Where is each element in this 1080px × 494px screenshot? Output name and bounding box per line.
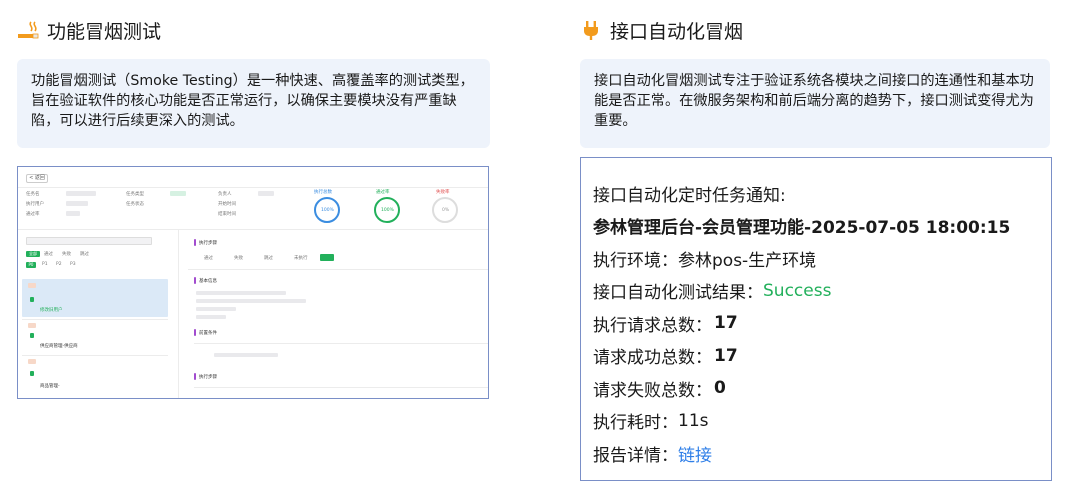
stat-label: 失败率 bbox=[436, 190, 450, 195]
task-notification-card: 接口自动化定时任务通知: 参林管理后台-会员管理功能-2025-07-05 18… bbox=[580, 157, 1052, 481]
divider bbox=[22, 319, 168, 320]
filter-tab[interactable]: 通过 bbox=[44, 251, 53, 257]
field-label: 负责人 bbox=[218, 192, 232, 197]
info-line bbox=[196, 291, 286, 295]
stat-label: 通过率 bbox=[376, 190, 390, 195]
panel-title: 执行步骤 bbox=[199, 241, 217, 246]
functional-smoke-title: 功能冒烟测试 bbox=[47, 20, 162, 43]
functional-smoke-heading: 功能冒烟测试 bbox=[17, 16, 161, 44]
section-marker bbox=[194, 239, 196, 246]
divider bbox=[188, 269, 488, 270]
result-label: 接口自动化测试结果： bbox=[593, 283, 763, 304]
api-smoke-heading: 接口自动化冒烟 bbox=[580, 16, 743, 44]
notice-fail-row: 请求失败总数： 0 bbox=[593, 372, 1039, 405]
save-button[interactable] bbox=[320, 254, 334, 261]
field-label: 任务类型 bbox=[126, 192, 144, 197]
section-marker bbox=[194, 277, 196, 284]
fail-value: 0 bbox=[714, 378, 726, 399]
field-label: 任务名 bbox=[26, 192, 40, 197]
case-icon bbox=[30, 371, 34, 376]
notice-result-row: 接口自动化测试结果： Success bbox=[593, 275, 1039, 308]
field-value bbox=[66, 191, 96, 196]
field-label: 任务状态 bbox=[126, 202, 144, 207]
case-icon bbox=[30, 333, 34, 338]
test-case-screenshot: < 返回 任务名 执行用户 通过率 任务类型 任务状态 负责人 开始时间 结束时… bbox=[17, 166, 489, 399]
notice-total-row: 执行请求总数： 17 bbox=[593, 307, 1039, 340]
case-name: 修改旧用户 bbox=[40, 308, 63, 313]
divider bbox=[194, 343, 488, 344]
divider bbox=[18, 229, 488, 230]
total-label: 执行请求总数： bbox=[593, 315, 712, 336]
total-value: 17 bbox=[714, 313, 738, 334]
field-label: 结束时间 bbox=[218, 212, 236, 217]
info-line bbox=[196, 307, 236, 311]
time-value: 11s bbox=[678, 410, 709, 431]
priority-tab[interactable]: P2 bbox=[56, 262, 62, 267]
report-link[interactable]: 链接 bbox=[678, 441, 712, 466]
filter-tab[interactable]: 全部 bbox=[26, 251, 40, 257]
priority-tab[interactable]: P1 bbox=[42, 262, 48, 267]
field-label: 开始时间 bbox=[218, 202, 236, 207]
filter-tab[interactable]: 跳过 bbox=[80, 251, 89, 257]
priority-badge bbox=[28, 323, 36, 328]
success-label: 请求成功总数： bbox=[593, 348, 712, 369]
case-name: 商品管理- bbox=[40, 384, 60, 389]
status-badge bbox=[170, 191, 186, 196]
stat-label: 执行总数 bbox=[314, 190, 332, 195]
fail-label: 请求失败总数： bbox=[593, 380, 712, 401]
back-button[interactable]: < 返回 bbox=[26, 174, 48, 183]
info-line bbox=[196, 299, 306, 303]
pane-divider bbox=[178, 229, 179, 398]
status-option[interactable]: 未执行 bbox=[294, 255, 308, 261]
search-input[interactable] bbox=[26, 237, 152, 245]
api-smoke-title: 接口自动化冒烟 bbox=[610, 20, 744, 43]
plug-icon bbox=[580, 19, 602, 41]
status-option[interactable]: 失败 bbox=[234, 255, 243, 261]
case-icon bbox=[30, 297, 34, 302]
field-value bbox=[258, 191, 274, 196]
status-option[interactable]: 跳过 bbox=[264, 255, 273, 261]
cigarette-icon bbox=[17, 19, 39, 41]
env-value: 参林pos-生产环境 bbox=[678, 250, 817, 271]
divider bbox=[18, 187, 488, 188]
time-label: 执行耗时： bbox=[593, 413, 678, 434]
notice-header: 接口自动化定时任务通知: bbox=[593, 185, 786, 206]
api-smoke-description: 接口自动化冒烟测试专注于验证系统各模块之间接口的连通性和基本功能是否正常。在微服… bbox=[580, 59, 1050, 148]
report-label: 报告详情： bbox=[593, 445, 678, 466]
panel-title: 执行步骤 bbox=[199, 375, 217, 380]
field-label: 通过率 bbox=[26, 212, 40, 217]
field-value bbox=[66, 211, 80, 216]
stat-value: 100% bbox=[381, 208, 394, 213]
priority-tab[interactable]: P3 bbox=[70, 262, 76, 267]
functional-smoke-description: 功能冒烟测试（Smoke Testing）是一种快速、高覆盖率的测试类型，旨在验… bbox=[17, 59, 490, 148]
priority-tab[interactable]: P0 bbox=[26, 262, 36, 268]
notice-success-row: 请求成功总数： 17 bbox=[593, 340, 1039, 373]
stat-value: 100% bbox=[321, 208, 334, 213]
success-value: 17 bbox=[714, 345, 738, 366]
notice-env-row: 执行环境： 参林pos-生产环境 bbox=[593, 242, 1039, 275]
result-value: Success bbox=[763, 280, 832, 301]
divider bbox=[194, 387, 488, 388]
env-label: 执行环境： bbox=[593, 250, 678, 271]
section-marker bbox=[194, 373, 196, 380]
priority-badge bbox=[28, 283, 36, 288]
section-marker bbox=[194, 329, 196, 336]
case-name: 供应商管理-供应商 bbox=[40, 344, 78, 349]
notice-report-row: 报告详情： 链接 bbox=[593, 437, 1039, 470]
filter-tab[interactable]: 失败 bbox=[62, 251, 71, 257]
panel-title: 基本信息 bbox=[199, 279, 217, 284]
info-line bbox=[196, 315, 226, 319]
notice-task-name: 参林管理后台-会员管理功能-2025-07-05 18:00:15 bbox=[593, 218, 1011, 239]
divider bbox=[22, 355, 168, 356]
panel-title: 前置条件 bbox=[199, 331, 217, 336]
notice-time-row: 执行耗时： 11s bbox=[593, 405, 1039, 438]
status-option[interactable]: 通过 bbox=[204, 255, 213, 261]
field-value bbox=[66, 201, 88, 206]
stat-value: 0% bbox=[442, 208, 450, 213]
priority-badge bbox=[28, 359, 36, 364]
field-label: 执行用户 bbox=[26, 202, 44, 207]
precondition-line bbox=[214, 353, 278, 357]
